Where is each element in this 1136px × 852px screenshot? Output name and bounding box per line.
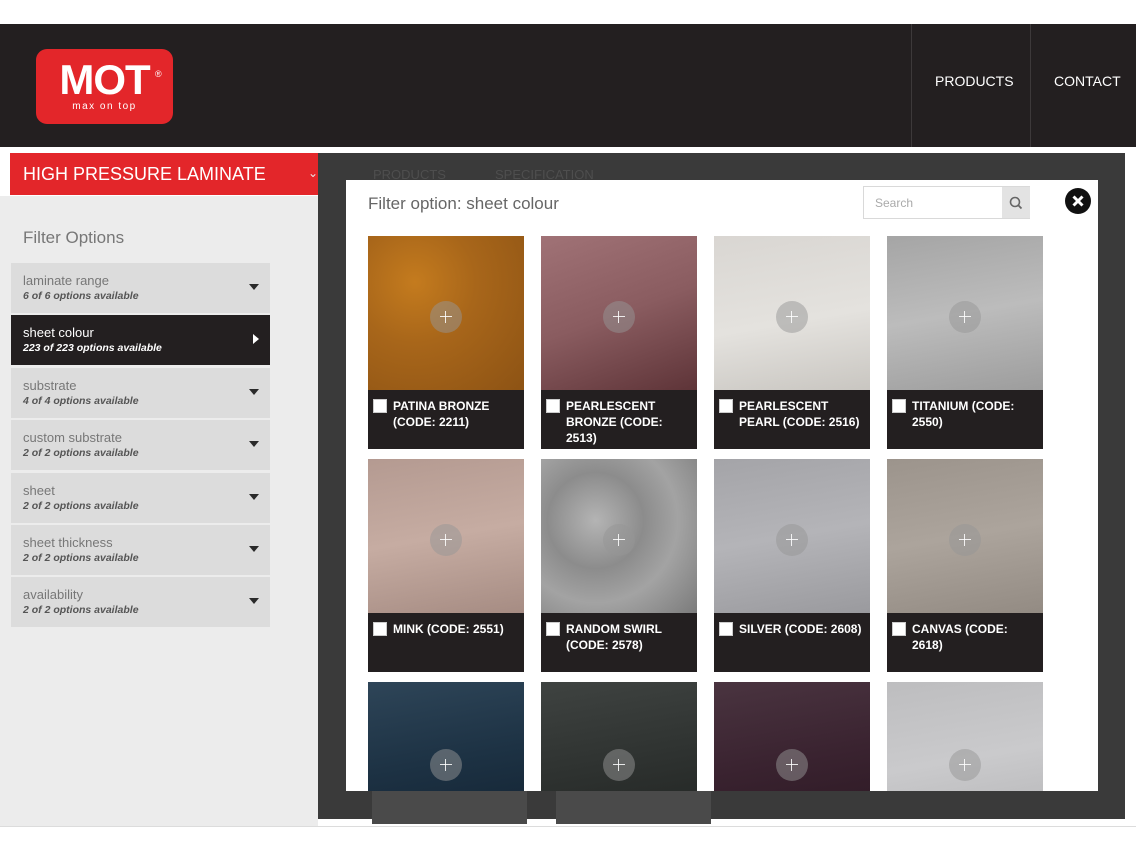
search-icon bbox=[1009, 196, 1023, 210]
close-icon bbox=[1072, 195, 1084, 207]
swatch-card[interactable]: RANDOM SWIRL (CODE: 2578) bbox=[541, 459, 697, 672]
plus-icon[interactable] bbox=[949, 749, 981, 781]
filter-count: 2 of 2 options available bbox=[23, 500, 139, 512]
nav-divider bbox=[911, 24, 912, 147]
category-title: HIGH PRESSURE LAMINATE bbox=[23, 164, 266, 184]
caret-down-icon bbox=[249, 494, 259, 500]
swatch-checkbox[interactable] bbox=[719, 622, 733, 636]
plus-icon[interactable] bbox=[430, 524, 462, 556]
swatch-checkbox[interactable] bbox=[892, 399, 906, 413]
logo-wordmark: MOT bbox=[59, 56, 150, 103]
filter-label: laminate range bbox=[23, 273, 109, 288]
nav-contact-link[interactable]: CONTACT bbox=[1054, 72, 1121, 90]
background-product-card bbox=[372, 790, 527, 824]
swatch-card[interactable] bbox=[541, 682, 697, 791]
filter-count: 2 of 2 options available bbox=[23, 447, 139, 459]
nav-products-link[interactable]: PRODUCTS bbox=[935, 72, 1014, 90]
filter-label: substrate bbox=[23, 378, 77, 393]
swatch-card[interactable]: TITANIUM (CODE: 2550) bbox=[887, 236, 1043, 449]
logo-tagline: max on top bbox=[72, 101, 137, 112]
swatch-checkbox[interactable] bbox=[373, 399, 387, 413]
filter-substrate[interactable]: substrate 4 of 4 options available bbox=[11, 368, 270, 418]
site-header: MOT ® max on top PRODUCTS CONTACT bbox=[0, 24, 1136, 147]
caret-right-icon bbox=[253, 334, 259, 344]
plus-icon[interactable] bbox=[776, 749, 808, 781]
swatch-card[interactable] bbox=[714, 682, 870, 791]
plus-icon[interactable] bbox=[603, 524, 635, 556]
close-button[interactable] bbox=[1065, 188, 1091, 214]
swatch-card[interactable]: MINK (CODE: 2551) bbox=[368, 459, 524, 672]
search-button[interactable] bbox=[1002, 187, 1030, 218]
plus-icon[interactable] bbox=[949, 524, 981, 556]
footer-divider bbox=[0, 826, 1136, 827]
filter-label: custom substrate bbox=[23, 430, 122, 445]
filter-label: availability bbox=[23, 587, 83, 602]
plus-icon[interactable] bbox=[430, 301, 462, 333]
swatch-card[interactable]: SILVER (CODE: 2608) bbox=[714, 459, 870, 672]
chevron-down-icon: ⌄ bbox=[308, 166, 319, 180]
caret-down-icon bbox=[249, 389, 259, 395]
swatch-label: RANDOM SWIRL (CODE: 2578) bbox=[566, 622, 662, 652]
caret-down-icon bbox=[249, 598, 259, 604]
filter-laminate-range[interactable]: laminate range 6 of 6 options available bbox=[11, 263, 270, 313]
filter-count: 2 of 2 options available bbox=[23, 552, 139, 564]
filter-count: 223 of 223 options available bbox=[23, 342, 162, 354]
swatch-card[interactable]: PEARLESCENT BRONZE (CODE: 2513) bbox=[541, 236, 697, 449]
filter-count: 4 of 4 options available bbox=[23, 395, 139, 407]
swatch-checkbox[interactable] bbox=[719, 399, 733, 413]
background-product-card bbox=[556, 790, 711, 824]
swatch-label: CANVAS (CODE: 2618) bbox=[912, 622, 1008, 652]
nav-divider bbox=[1030, 24, 1031, 147]
filter-sheet[interactable]: sheet 2 of 2 options available bbox=[11, 473, 270, 523]
filter-availability[interactable]: availability 2 of 2 options available bbox=[11, 577, 270, 627]
filter-custom-substrate[interactable]: custom substrate 2 of 2 options availabl… bbox=[11, 420, 270, 470]
plus-icon[interactable] bbox=[603, 749, 635, 781]
category-selector[interactable]: HIGH PRESSURE LAMINATE ⌄ bbox=[10, 153, 318, 195]
swatch-label: TITANIUM (CODE: 2550) bbox=[912, 399, 1015, 429]
swatch-card[interactable] bbox=[887, 682, 1043, 791]
plus-icon[interactable] bbox=[430, 749, 462, 781]
swatch-card[interactable] bbox=[368, 682, 524, 791]
swatch-label: PEARLESCENT BRONZE (CODE: 2513) bbox=[566, 399, 663, 445]
search-placeholder: Search bbox=[875, 196, 914, 210]
swatch-label: MINK (CODE: 2551) bbox=[393, 622, 504, 636]
swatch-label: SILVER (CODE: 2608) bbox=[739, 622, 862, 636]
swatch-checkbox[interactable] bbox=[892, 622, 906, 636]
swatch-card[interactable]: PEARLESCENT PEARL (CODE: 2516) bbox=[714, 236, 870, 449]
search-input[interactable]: Search bbox=[863, 186, 1030, 219]
swatch-checkbox[interactable] bbox=[546, 622, 560, 636]
sheet-colour-modal: Filter option: sheet colour Search PATIN… bbox=[346, 180, 1098, 791]
swatch-label: PEARLESCENT PEARL (CODE: 2516) bbox=[739, 399, 860, 429]
filter-label: sheet bbox=[23, 483, 55, 498]
filter-count: 2 of 2 options available bbox=[23, 604, 139, 616]
filter-options-heading: Filter Options bbox=[23, 228, 125, 247]
swatch-card[interactable]: PATINA BRONZE (CODE: 2211) bbox=[368, 236, 524, 449]
swatch-card[interactable]: CANVAS (CODE: 2618) bbox=[887, 459, 1043, 672]
plus-icon[interactable] bbox=[949, 301, 981, 333]
filter-label: sheet colour bbox=[23, 325, 94, 340]
filter-sheet-thickness[interactable]: sheet thickness 2 of 2 options available bbox=[11, 525, 270, 575]
swatch-label: PATINA BRONZE (CODE: 2211) bbox=[393, 399, 490, 429]
plus-icon[interactable] bbox=[603, 301, 635, 333]
page-root: MOT ® max on top PRODUCTS CONTACT PRODUC… bbox=[0, 0, 1136, 852]
filter-sheet-colour[interactable]: sheet colour 223 of 223 options availabl… bbox=[11, 315, 270, 365]
caret-down-icon bbox=[249, 546, 259, 552]
modal-title: Filter option: sheet colour bbox=[368, 194, 559, 213]
swatch-checkbox[interactable] bbox=[546, 399, 560, 413]
caret-down-icon bbox=[249, 284, 259, 290]
swatch-checkbox[interactable] bbox=[373, 622, 387, 636]
logo-registered-mark: ® bbox=[155, 69, 162, 79]
filter-count: 6 of 6 options available bbox=[23, 290, 139, 302]
mot-logo[interactable]: MOT ® max on top bbox=[36, 49, 173, 124]
filter-label: sheet thickness bbox=[23, 535, 113, 550]
caret-down-icon bbox=[249, 441, 259, 447]
plus-icon[interactable] bbox=[776, 301, 808, 333]
plus-icon[interactable] bbox=[776, 524, 808, 556]
